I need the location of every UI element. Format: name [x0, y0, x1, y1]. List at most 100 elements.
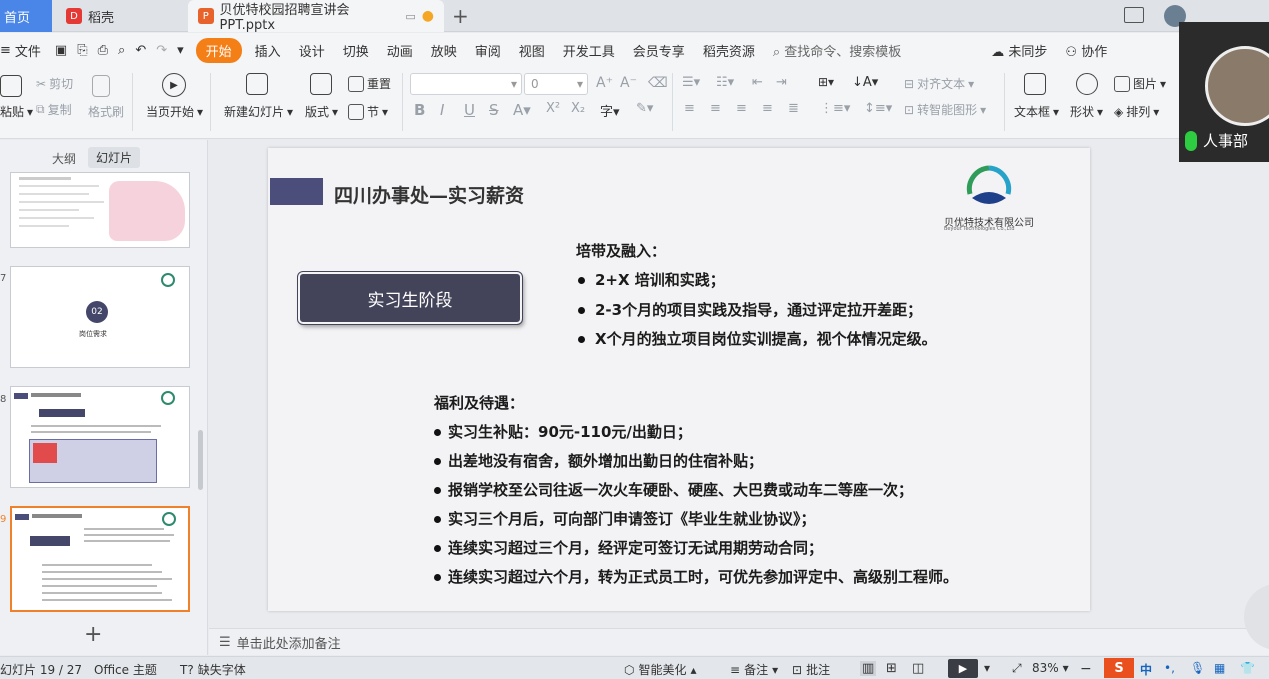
play-options-icon[interactable]: ▾ — [984, 661, 990, 675]
normal-view-icon[interactable]: ▥ — [860, 661, 877, 676]
menu-slideshow[interactable]: 放映 — [422, 41, 466, 60]
italic-icon[interactable]: I — [440, 101, 444, 119]
monitor-icon[interactable]: ▭ — [405, 10, 415, 23]
bold-icon[interactable]: B — [414, 101, 425, 119]
superscript-icon[interactable]: X² — [546, 101, 560, 116]
layout-button[interactable]: 版式 ▾ — [305, 103, 338, 120]
textbox-button[interactable]: 文本框 ▾ — [1014, 103, 1059, 120]
slide-thumbnail-selected[interactable] — [10, 506, 190, 612]
section-button[interactable]: 节 ▾ — [348, 103, 388, 120]
bullet-list-icon[interactable]: ☰▾ — [682, 75, 700, 90]
thumbnail-scrollbar[interactable] — [198, 430, 203, 490]
export-icon[interactable]: ⎘ — [72, 43, 92, 58]
outdent-icon[interactable]: ⇤ — [752, 75, 763, 90]
align-left-icon[interactable]: ≡ — [684, 101, 695, 116]
menu-docer-resources[interactable]: 稻壳资源 — [694, 41, 764, 60]
phonetic-icon[interactable]: 字▾ — [600, 101, 620, 120]
font-family-select[interactable]: ▾ — [410, 73, 522, 95]
paragraph-spacing-icon[interactable]: ↕≡▾ — [864, 101, 892, 116]
font-size-select[interactable]: 0 ▾ — [524, 73, 588, 95]
tab-outline[interactable]: 大纲 — [52, 150, 76, 167]
preview-icon[interactable]: ⌕ — [113, 43, 130, 58]
slide-thumbnail[interactable] — [10, 172, 190, 248]
smart-beautify-button[interactable]: ⬡ 智能美化 ▴ — [624, 661, 697, 678]
skin-icon[interactable]: 👕 — [1240, 661, 1255, 675]
new-tab-button[interactable]: + — [452, 4, 469, 28]
menu-design[interactable]: 设计 — [290, 41, 334, 60]
underline-icon[interactable]: U — [464, 101, 475, 119]
zoom-out-icon[interactable]: − — [1080, 661, 1092, 677]
font-color-icon[interactable]: A▾ — [513, 101, 531, 119]
slide-thumbnail[interactable] — [10, 386, 190, 488]
columns-icon[interactable]: ⋮≡▾ — [820, 101, 850, 116]
reset-button[interactable]: 重置 — [348, 75, 391, 92]
align-center-icon[interactable]: ≡ — [710, 101, 721, 116]
ime-language[interactable]: 中 — [1140, 661, 1152, 678]
search-box[interactable]: ⌕ 查找命令、搜索模板 — [764, 41, 910, 60]
save-icon[interactable]: ▣ — [50, 43, 72, 58]
arrange-button[interactable]: ◈ 排列 ▾ — [1114, 103, 1159, 120]
tab-slides[interactable]: 幻灯片 — [88, 147, 141, 168]
video-call-overlay[interactable]: 人事部 — [1179, 22, 1269, 162]
quick-access-dropdown-icon[interactable]: ▾ — [172, 43, 192, 58]
add-slide-button[interactable]: + — [84, 622, 102, 647]
play-icon[interactable]: ▶ — [162, 73, 186, 97]
format-painter-icon[interactable] — [92, 75, 110, 97]
line-spacing-icon[interactable]: ↓A▾ — [852, 75, 878, 90]
font-shrink-icon[interactable]: A⁻ — [620, 75, 637, 91]
print-icon[interactable]: ⎙ — [93, 43, 113, 58]
sorter-view-icon[interactable]: ⊞ — [886, 661, 897, 676]
cut-button[interactable]: ✂ 剪切 — [36, 75, 73, 92]
align-text-button[interactable]: ⊟ 对齐文本 ▾ — [904, 75, 974, 92]
font-grow-icon[interactable]: A⁺ — [596, 75, 613, 91]
layout-toggle-icon[interactable] — [1124, 7, 1144, 23]
keyboard-icon[interactable]: ▦ — [1214, 661, 1225, 675]
menu-review[interactable]: 审阅 — [466, 41, 510, 60]
clear-format-icon[interactable]: ⌫ — [648, 75, 668, 91]
notes-area[interactable]: ☰ 单击此处添加备注 — [209, 628, 1269, 655]
picture-button[interactable]: 图片 ▾ — [1114, 75, 1166, 92]
text-direction-icon[interactable]: ⊞▾ — [818, 75, 834, 89]
hamburger-icon[interactable]: ≡ — [0, 43, 13, 58]
mic-icon[interactable]: 🎙 — [1190, 661, 1205, 675]
layout-icon[interactable] — [310, 73, 332, 95]
menu-view[interactable]: 视图 — [510, 41, 554, 60]
copy-button[interactable]: ⧉ 复制 — [36, 101, 72, 118]
punctuation-icon[interactable]: •, — [1164, 661, 1175, 675]
align-right-icon[interactable]: ≡ — [736, 101, 747, 116]
shape-button[interactable]: 形状 ▾ — [1070, 103, 1103, 120]
menu-transition[interactable]: 切换 — [334, 41, 378, 60]
undo-icon[interactable]: ↶ — [130, 43, 151, 58]
slideshow-play-button[interactable]: ▶ — [948, 659, 978, 678]
zoom-select[interactable]: 83% ▾ — [1032, 661, 1069, 675]
redo-icon[interactable]: ↷ — [151, 43, 172, 58]
subscript-icon[interactable]: X₂ — [571, 101, 585, 116]
comments-button[interactable]: ⊡ 批注 — [792, 661, 830, 678]
file-menu[interactable]: 文件 — [13, 41, 50, 60]
theme-name[interactable]: Office 主题 — [94, 661, 157, 678]
menu-developer[interactable]: 开发工具 — [554, 41, 624, 60]
tab-document[interactable]: P 贝优特校园招聘宣讲会PPT.pptx ▭ ● — [188, 0, 444, 33]
justify-icon[interactable]: ≡ — [762, 101, 773, 116]
new-slide-button[interactable]: 新建幻灯片 ▾ — [224, 103, 293, 120]
menu-member[interactable]: 会员专享 — [624, 41, 694, 60]
menu-animation[interactable]: 动画 — [378, 41, 422, 60]
menu-home[interactable]: 开始 — [195, 37, 242, 63]
missing-font-button[interactable]: T? 缺失字体 — [180, 661, 246, 678]
slide-thumbnail[interactable]: 02 岗位需求 — [10, 266, 190, 368]
highlight-icon[interactable]: ✎▾ — [636, 101, 653, 116]
notes-toggle-button[interactable]: ≡ 备注 ▾ — [730, 661, 778, 678]
paste-label[interactable]: 粘贴 ▾ — [0, 103, 33, 120]
new-slide-icon[interactable] — [246, 73, 268, 95]
tab-home[interactable]: 首页 — [0, 0, 52, 32]
smart-shape-button[interactable]: ⊡ 转智能图形 ▾ — [904, 101, 986, 118]
indent-icon[interactable]: ⇥ — [776, 75, 787, 90]
menu-insert[interactable]: 插入 — [246, 41, 290, 60]
distribute-icon[interactable]: ≣ — [788, 101, 799, 116]
sogou-ime-icon[interactable]: S — [1104, 658, 1134, 678]
tab-docer[interactable]: D 稻壳 — [56, 0, 186, 32]
fit-window-icon[interactable]: ⤢ — [1012, 661, 1022, 676]
collab-button[interactable]: ⚇ 协作 — [1056, 41, 1116, 60]
strikethrough-icon[interactable]: S — [489, 101, 499, 119]
numbered-list-icon[interactable]: ☷▾ — [716, 75, 734, 90]
